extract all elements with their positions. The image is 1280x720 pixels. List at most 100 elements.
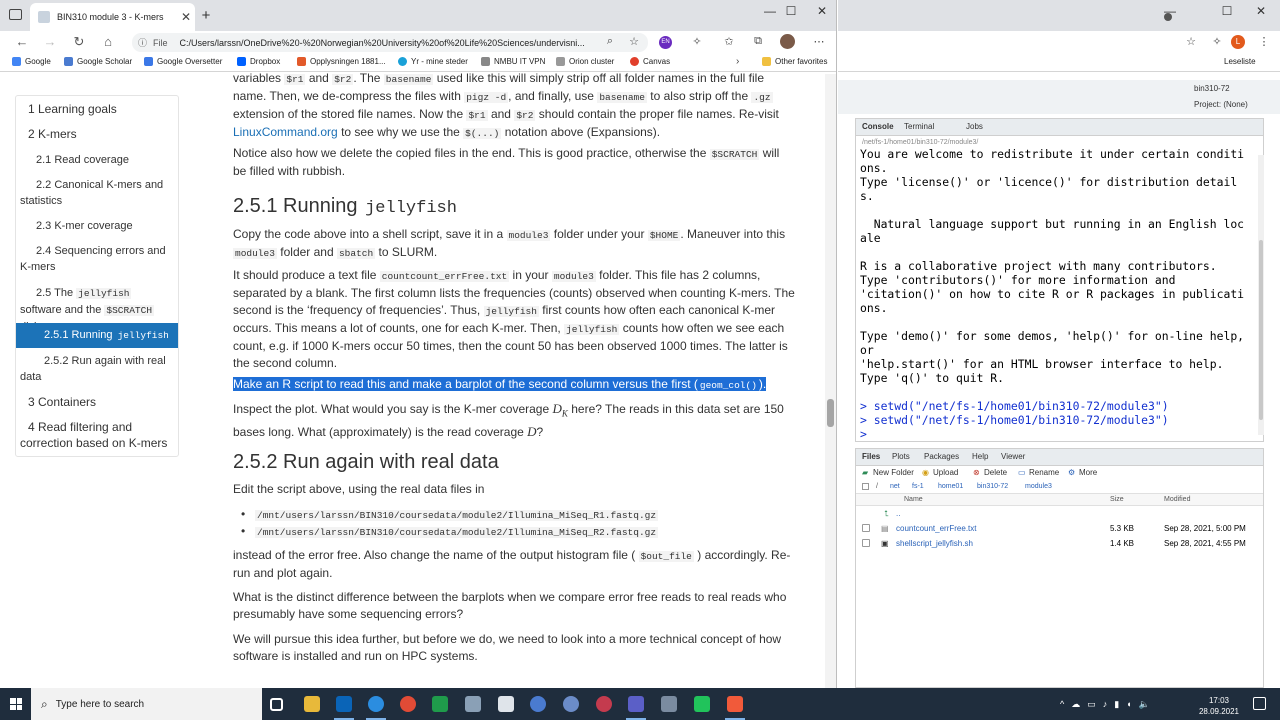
reading-list[interactable]: Leseliste [1224,57,1256,66]
r-extensions-icon[interactable]: ✧ [1209,35,1225,48]
tab-plots[interactable]: Plots [892,452,910,461]
toc-item-run-again[interactable]: 2.5.2 Run again with real data [20,353,174,385]
toc-item-kmers[interactable]: 2 K-mers [28,126,77,142]
recorder-app-icon[interactable] [725,696,745,720]
col-name[interactable]: Name [904,496,923,503]
toc-item-canonical-kmers[interactable]: 2.2 Canonical K-mers and statistics [20,177,174,209]
crumb-module3[interactable]: module3 [1025,483,1052,490]
new-folder-button[interactable]: New Folder [873,468,914,477]
rename-button[interactable]: Rename [1029,468,1059,477]
taskbar-search[interactable]: ⌕ Type here to search [31,688,262,720]
table-row[interactable]: ▣ shellscript_jellyfish.sh 1.4 KB Sep 28… [856,536,1263,551]
chrome-icon[interactable] [400,696,416,712]
maximize-icon[interactable]: ☐ [780,4,802,18]
r-profile-avatar[interactable]: L [1231,35,1245,49]
r-favorite-star-icon[interactable]: ☆ [1183,35,1199,48]
extensions-icon[interactable]: ✧ [689,35,705,48]
zoom-search-icon[interactable]: ⌕ [602,35,618,48]
tab-actions-icon[interactable] [9,9,22,20]
forward-icon[interactable]: → [40,34,60,49]
page-scrollbar[interactable] [825,74,836,688]
bookmark-yr[interactable]: Yr - mine steder [398,57,468,66]
more-menu-icon[interactable]: ⋯ [811,35,827,48]
url-field[interactable]: ⓘ File C:/Users/larssn/OneDrive%20-%20No… [132,33,648,52]
bookmark-canvas[interactable]: Canvas [630,57,670,66]
linuxcommand-link[interactable]: LinuxCommand.org [233,125,338,139]
r-more-menu-icon[interactable]: ⋮ [1256,35,1272,48]
favorites-icon[interactable]: ✩ [721,35,737,48]
tab-console[interactable]: Console [862,122,894,131]
new-tab-icon[interactable]: + [198,7,214,24]
user-badge[interactable]: bin310-72 [1194,84,1230,93]
console-prompt[interactable]: > [860,427,1244,441]
r-maximize-icon[interactable]: ☐ [1216,4,1238,18]
system-tray-icons[interactable]: ^☁▭♪▮◖🔈 [1060,699,1157,710]
edge-icon[interactable] [366,696,386,720]
camtasia-icon[interactable] [694,696,710,712]
upload-button[interactable]: Upload [933,468,958,477]
tab-help[interactable]: Help [972,452,988,461]
language-icon[interactable] [498,696,514,712]
toc-item-read-coverage[interactable]: 2.1 Read coverage [36,152,174,168]
tab-jobs[interactable]: Jobs [966,122,983,131]
refresh-icon[interactable]: ↻ [69,34,89,50]
close-tab-icon[interactable]: ✕ [177,10,195,24]
toc-item-learning-goals[interactable]: 1 Learning goals [28,101,117,117]
r-close-window-icon[interactable]: ✕ [1250,4,1272,18]
task-view-icon[interactable] [270,698,283,711]
more-button[interactable]: More [1079,468,1097,477]
crumb-bin310-72[interactable]: bin310-72 [977,483,1008,490]
file-explorer-icon[interactable] [304,696,320,712]
crumb-fs1[interactable]: fs-1 [912,483,924,490]
snipping-icon[interactable] [465,696,481,712]
bookmark-google-scholar[interactable]: Google Scholar [64,57,132,66]
crumb-net[interactable]: net [890,483,900,490]
excel-icon[interactable] [432,696,448,712]
console-output[interactable]: You are welcome to redistribute it under… [860,147,1244,441]
file-name[interactable]: shellscript_jellyfish.sh [896,539,973,548]
col-modified[interactable]: Modified [1164,496,1190,503]
row-checkbox[interactable] [862,524,870,532]
parent-dir-row[interactable]: ⮤ .. [856,506,1263,521]
other-favorites[interactable]: Other favorites [762,57,827,66]
tab-files[interactable]: Files [862,452,880,461]
browser-tab[interactable]: BIN310 module 3 - K-mers ✕ [30,3,195,31]
avatar[interactable] [780,34,795,49]
close-window-icon[interactable]: ✕ [811,4,833,18]
console-scrollbar-thumb[interactable] [1259,240,1263,420]
tab-packages[interactable]: Packages [924,452,959,461]
table-row[interactable]: ▤ countcount_errFree.txt 5.3 KB Sep 28, … [856,521,1263,536]
tab-viewer[interactable]: Viewer [1001,452,1025,461]
col-size[interactable]: Size [1110,496,1124,503]
screen-recorder-icon[interactable] [661,696,677,712]
windows-start-icon[interactable] [10,698,22,710]
collections-icon[interactable]: ⧉ [750,35,766,48]
toc-item-containers[interactable]: 3 Containers [28,394,96,410]
favorite-star-icon[interactable]: ☆ [626,35,642,48]
bookmark-google[interactable]: Google [12,57,51,66]
file-name[interactable]: countcount_errFree.txt [896,524,976,533]
bookmark-google-oversetter[interactable]: Google Oversetter [144,57,222,66]
toc-item-read-filtering[interactable]: 4 Read filtering and correction based on… [20,419,174,451]
teams-icon[interactable] [626,696,646,720]
row-checkbox[interactable] [862,539,870,547]
back-icon[interactable]: ← [12,34,32,49]
page-scrollbar-thumb[interactable] [827,399,834,427]
toc-item-kmer-coverage[interactable]: 2.3 K-mer coverage [36,218,174,234]
language-badge[interactable]: EN [659,36,672,49]
bookmark-opplysningen[interactable]: Opplysningen 1881... [297,57,386,66]
home-icon[interactable]: ⌂ [98,34,118,49]
toc-item-running-jellyfish[interactable]: 2.5.1 Running jellyfish [16,323,178,348]
tab-terminal[interactable]: Terminal [904,122,934,131]
bookmark-dropbox[interactable]: Dropbox [237,57,280,66]
minimize-icon[interactable]: — [759,4,781,18]
paragraph-r-script[interactable]: Make an R script to read this and make a… [233,376,795,394]
system-clock[interactable]: 17:03 28.09.2021 [1194,695,1244,717]
bookmark-orion[interactable]: Orion cluster [556,57,614,66]
bookmarks-chevron-icon[interactable]: › [736,56,739,67]
music-icon[interactable] [596,696,612,712]
notification-icon[interactable] [1253,697,1266,710]
zoom-icon[interactable] [530,696,546,712]
crumb-home01[interactable]: home01 [938,483,963,490]
delete-button[interactable]: Delete [984,468,1007,477]
